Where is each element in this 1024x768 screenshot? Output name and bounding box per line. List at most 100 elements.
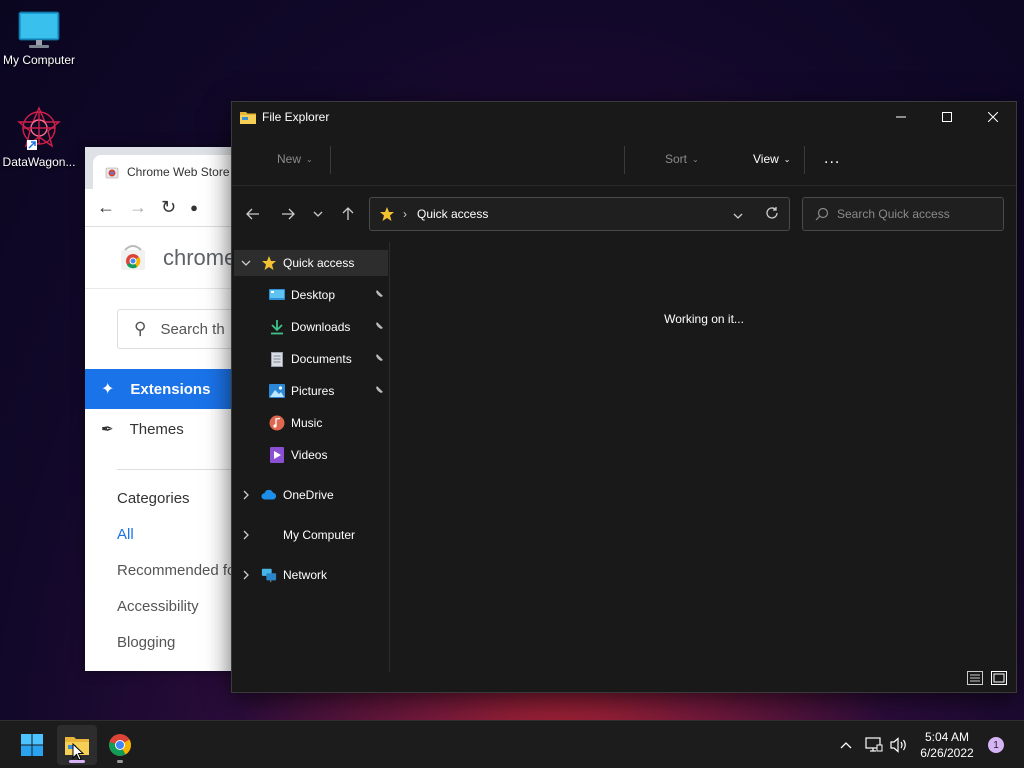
window-title: File Explorer — [262, 110, 330, 124]
pin-icon[interactable] — [372, 321, 384, 333]
divider — [804, 146, 805, 174]
forward-arrow-icon[interactable]: → — [129, 197, 147, 218]
up-button[interactable] — [336, 202, 360, 226]
divider — [330, 146, 331, 174]
file-explorer-window[interactable]: File Explorer New ⌄ Sort ⌄ View ⌄ ... › … — [231, 101, 1017, 693]
forward-arrow-icon — [282, 208, 295, 220]
chrome-tab[interactable]: Chrome Web Store — [93, 155, 243, 189]
tree-label: Pictures — [291, 384, 335, 398]
chevron-down-icon — [313, 211, 323, 217]
new-button[interactable]: New ⌄ — [277, 132, 313, 186]
tree-item-pictures[interactable]: Pictures — [234, 378, 388, 404]
desktop-icon-label: DataWagon... — [2, 155, 76, 169]
music-icon — [269, 415, 285, 431]
chevron-right-icon[interactable] — [240, 569, 252, 581]
address-bar[interactable]: › Quick access — [369, 197, 790, 231]
close-icon — [988, 112, 998, 122]
pin-icon[interactable] — [372, 385, 384, 397]
tree-item-videos[interactable]: Videos — [234, 442, 388, 468]
chevron-down-icon[interactable] — [240, 257, 252, 269]
pin-icon[interactable] — [372, 289, 384, 301]
reload-icon[interactable]: ↻ — [161, 197, 176, 218]
category-recommended[interactable]: Recommended fo — [117, 553, 245, 589]
tree-item-onedrive[interactable]: OneDrive — [234, 482, 388, 508]
notification-badge[interactable]: 1 — [988, 737, 1004, 753]
web-store-search-input[interactable]: ⚲ Search th — [117, 309, 245, 349]
tree-item-quick-access[interactable]: Quick access — [234, 250, 388, 276]
web-store-page: chrome ⚲ Search th ✦ Extensions ✒ Themes… — [85, 227, 245, 671]
divider — [117, 469, 245, 470]
new-label: New — [277, 152, 302, 166]
volume-button[interactable] — [888, 721, 910, 768]
back-button[interactable] — [241, 202, 265, 226]
taskbar-file-explorer[interactable] — [57, 725, 97, 765]
desktop-icon-my-computer[interactable]: My Computer — [0, 10, 78, 67]
chevron-up-icon — [840, 741, 852, 748]
chevron-down-icon — [733, 213, 743, 219]
forward-button[interactable] — [276, 202, 300, 226]
chevron-right-icon[interactable] — [240, 529, 252, 541]
datawagon-shortcut-icon — [17, 106, 61, 150]
tree-item-documents[interactable]: Documents — [234, 346, 388, 372]
navigation-pane[interactable]: Quick access Desktop Downloads Documents… — [232, 242, 390, 672]
category-blogging[interactable]: Blogging — [117, 625, 245, 661]
refresh-button[interactable] — [765, 206, 779, 223]
minimize-button[interactable] — [878, 102, 924, 132]
tree-label: Quick access — [283, 256, 355, 270]
category-all[interactable]: All — [117, 517, 245, 553]
nav-label: Themes — [129, 420, 184, 438]
network-status-button[interactable] — [862, 721, 886, 768]
search-input[interactable] — [837, 207, 997, 221]
start-button[interactable] — [12, 725, 52, 765]
nav-extensions[interactable]: ✦ Extensions — [85, 369, 245, 409]
divider — [624, 146, 625, 174]
minimize-icon — [896, 116, 906, 118]
taskbar: 5:04 AM 6/26/2022 1 — [0, 720, 1024, 768]
maximize-button[interactable] — [924, 102, 970, 132]
clock-time: 5:04 AM — [924, 730, 970, 744]
back-arrow-icon[interactable]: ← — [97, 197, 115, 218]
pin-icon[interactable] — [372, 353, 384, 365]
search-box[interactable] — [802, 197, 1004, 231]
tree-item-my-computer[interactable]: My Computer — [234, 522, 388, 548]
nav-themes[interactable]: ✒ Themes — [85, 409, 245, 449]
desktop-icon-label: My Computer — [2, 53, 76, 67]
recent-locations-button[interactable] — [306, 202, 330, 226]
chrome-toolbar: ← → ↻ ● — [85, 189, 245, 227]
tiles-view-button[interactable] — [990, 670, 1008, 686]
chevron-down-icon: ⌄ — [783, 154, 791, 164]
tree-item-network[interactable]: Network — [234, 562, 388, 588]
star-icon — [380, 207, 394, 221]
nav-label: Extensions — [130, 380, 211, 398]
tree-item-downloads[interactable]: Downloads — [234, 314, 388, 340]
address-history-button[interactable] — [733, 208, 743, 222]
breadcrumb-location[interactable]: Quick access — [417, 207, 488, 221]
lock-icon: ● — [190, 200, 198, 215]
web-store-icon — [105, 167, 119, 179]
categories-heading: Categories — [117, 490, 190, 507]
more-options-button[interactable]: ... — [824, 132, 840, 186]
clock-date: 6/26/2022 — [920, 746, 974, 760]
clock[interactable]: 5:04 AM 6/26/2022 — [916, 729, 978, 761]
tree-label: My Computer — [283, 528, 356, 542]
monitor-icon — [18, 11, 60, 48]
close-button[interactable] — [970, 102, 1016, 132]
web-store-title: chrome — [163, 244, 237, 270]
chevron-down-icon: ⌄ — [692, 154, 699, 164]
view-label: View — [753, 152, 779, 166]
file-list-pane[interactable]: Working on it... — [392, 242, 1016, 672]
tree-item-music[interactable]: Music — [234, 410, 388, 436]
show-hidden-icons-button[interactable] — [836, 721, 856, 768]
taskbar-chrome[interactable] — [100, 725, 140, 765]
view-button[interactable]: View ⌄ — [753, 132, 791, 186]
chevron-right-icon[interactable] — [240, 489, 252, 501]
desktop-icon-datawagon[interactable]: DataWagon... — [0, 104, 78, 169]
view-toggle — [966, 670, 1008, 686]
tree-item-desktop[interactable]: Desktop — [234, 282, 388, 308]
details-view-button[interactable] — [966, 670, 984, 686]
title-bar[interactable]: File Explorer — [232, 102, 1016, 132]
sort-button[interactable]: Sort ⌄ — [665, 132, 699, 186]
category-accessibility[interactable]: Accessibility — [117, 589, 245, 625]
running-indicator — [117, 760, 123, 763]
chrome-window[interactable]: Chrome Web Store ← → ↻ ● chrome ⚲ Search… — [85, 147, 245, 671]
